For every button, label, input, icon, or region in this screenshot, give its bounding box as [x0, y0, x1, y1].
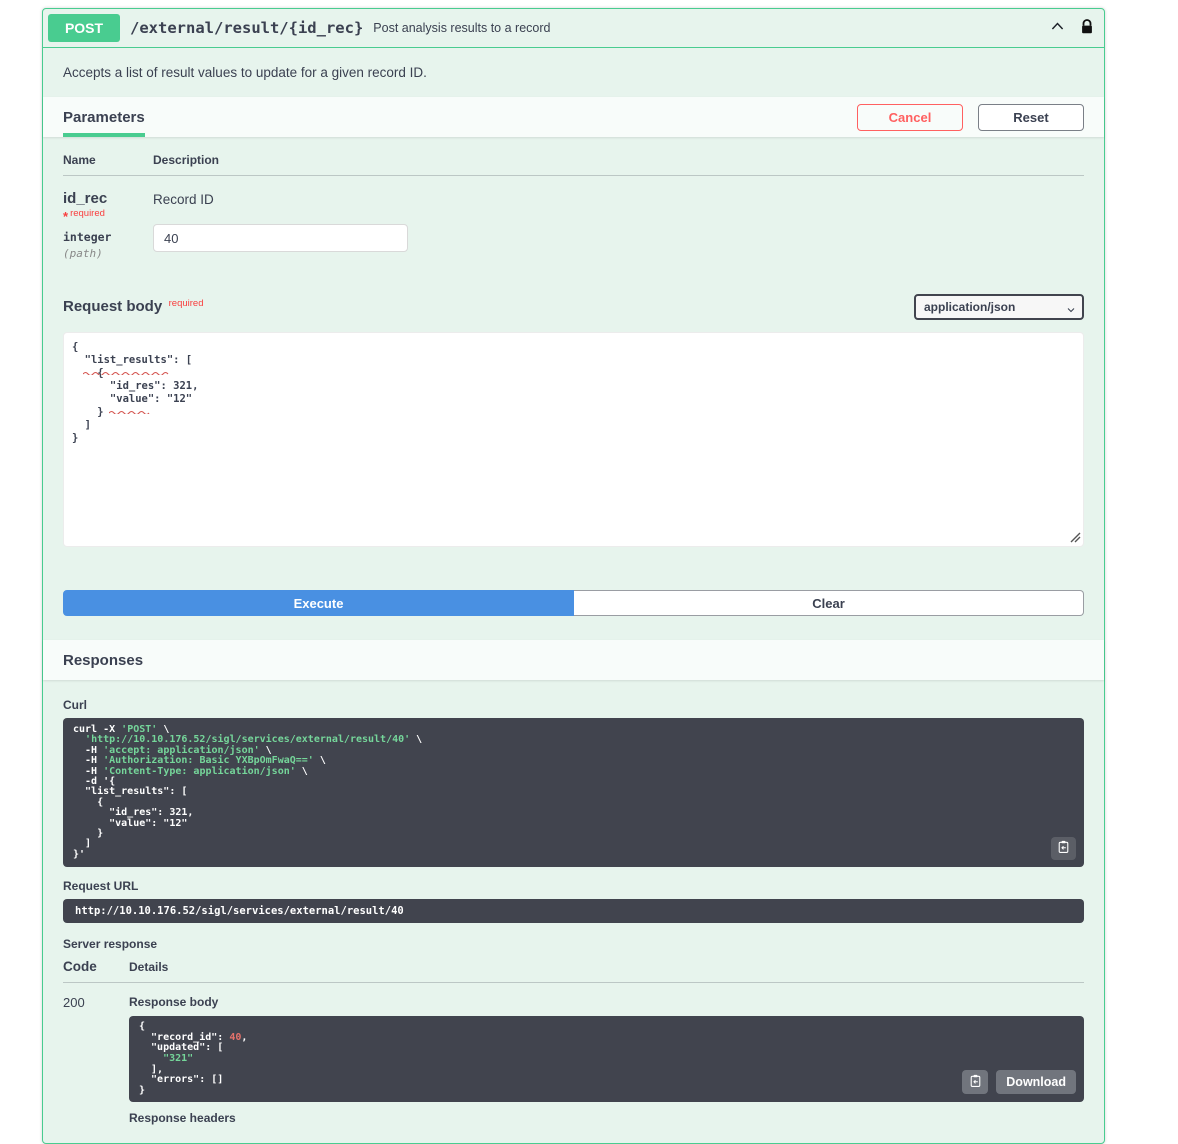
request-url-label: Request URL	[63, 879, 1084, 893]
request-body-header: Request body required application/json	[43, 286, 1104, 328]
parameter-type: integer	[63, 230, 153, 244]
summary-controls	[1049, 18, 1094, 39]
collapse-button[interactable]	[1049, 18, 1066, 38]
lock-icon	[1080, 18, 1094, 39]
details-column-header: Details	[129, 960, 168, 974]
clipboard-icon	[1057, 840, 1070, 857]
required-label: required	[70, 208, 105, 219]
parameter-description: Record ID	[153, 192, 1084, 207]
parameters-table-header: Name Description	[63, 153, 1084, 176]
response-details-cell: Response body { "record_id": 40, "update…	[129, 993, 1084, 1125]
authorize-button[interactable]	[1080, 18, 1094, 39]
cancel-button[interactable]: Cancel	[857, 104, 963, 131]
execute-row: Execute Clear	[63, 590, 1084, 616]
response-body-text: { "record_id": 40, "updated": [ "321" ],…	[139, 1022, 1074, 1096]
response-body-block: { "record_id": 40, "updated": [ "321" ],…	[129, 1016, 1084, 1102]
tryout-buttons: Cancel Reset	[857, 104, 1084, 131]
request-body-required: required	[169, 298, 204, 309]
curl-command-text: curl -X 'POST' \ 'http://10.10.176.52/si…	[73, 725, 1074, 860]
copy-curl-button[interactable]	[1051, 837, 1076, 860]
responses-section-header: Responses	[43, 640, 1104, 680]
name-column-header: Name	[63, 153, 153, 167]
operation-block-post: POST /external/result/{id_rec} Post anal…	[42, 8, 1105, 1144]
curl-command-block: curl -X 'POST' \ 'http://10.10.176.52/si…	[63, 718, 1084, 867]
parameter-location: (path)	[63, 247, 153, 260]
download-button[interactable]: Download	[996, 1070, 1076, 1094]
chevron-up-icon	[1049, 18, 1066, 38]
response-headers-label: Response headers	[129, 1111, 1084, 1125]
required-star: *	[63, 209, 68, 224]
request-body-title: Request body required	[63, 298, 204, 316]
clipboard-icon	[969, 1074, 982, 1091]
request-body-label: Request body	[63, 298, 162, 315]
endpoint-summary: Post analysis results to a record	[373, 21, 1039, 35]
response-body-label: Response body	[129, 995, 1084, 1009]
reset-button[interactable]: Reset	[978, 104, 1084, 131]
responses-area: Curl curl -X 'POST' \ 'http://10.10.176.…	[43, 680, 1104, 1143]
response-body-actions: Download	[962, 1070, 1076, 1094]
operation-description: Accepts a list of result values to updat…	[43, 48, 1104, 97]
content-type-select-wrap: application/json	[914, 294, 1084, 320]
tab-parameters: Parameters	[63, 97, 145, 137]
request-url-value: http://10.10.176.52/sigl/services/extern…	[63, 899, 1084, 923]
execute-button[interactable]: Execute	[63, 590, 574, 616]
parameters-table: Name Description id_rec *required intege…	[43, 137, 1104, 286]
copy-response-button[interactable]	[962, 1070, 988, 1094]
request-body-editor-wrap: { "list_results": [ { "id_res": 321, "va…	[63, 332, 1084, 552]
server-response-table-header: Code Details	[63, 959, 1084, 983]
description-column-header: Description	[153, 153, 1084, 167]
parameter-name-cell: id_rec *required integer (path)	[63, 190, 153, 260]
method-badge: POST	[48, 14, 120, 42]
parameter-description-cell: Record ID	[153, 190, 1084, 260]
code-column-header: Code	[63, 959, 129, 974]
parameters-section-header: Parameters Cancel Reset	[43, 97, 1104, 137]
id-rec-input[interactable]	[153, 224, 408, 252]
operation-summary-bar[interactable]: POST /external/result/{id_rec} Post anal…	[43, 9, 1104, 48]
server-response-label: Server response	[63, 937, 1084, 951]
spacer	[43, 616, 1104, 640]
server-response-row: 200 Response body { "record_id": 40, "up…	[63, 983, 1084, 1125]
parameter-row-id-rec: id_rec *required integer (path) Record I…	[63, 176, 1084, 282]
parameter-name: id_rec	[63, 190, 107, 207]
endpoint-path: /external/result/{id_rec}	[130, 19, 363, 37]
responses-title: Responses	[63, 652, 143, 669]
request-body-editor[interactable]: { "list_results": [ { "id_res": 321, "va…	[63, 332, 1084, 547]
content-type-select[interactable]: application/json	[914, 294, 1084, 320]
curl-label: Curl	[63, 698, 1084, 712]
clear-button[interactable]: Clear	[574, 590, 1084, 616]
status-code: 200	[63, 993, 129, 1125]
